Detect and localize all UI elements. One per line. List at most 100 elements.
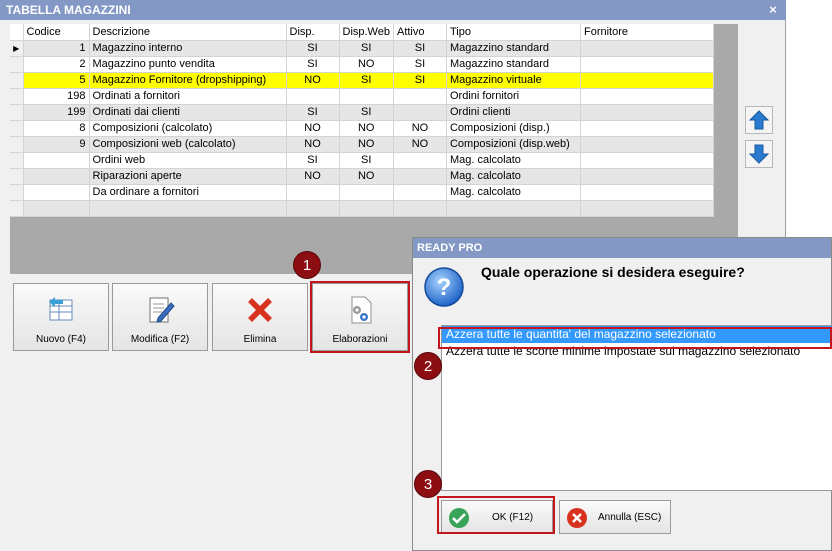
- table-cell: [286, 184, 340, 201]
- table-cell: 2: [23, 56, 90, 73]
- table-cell: 5: [23, 72, 90, 89]
- annulla-button[interactable]: Annulla (ESC): [559, 500, 671, 534]
- table-cell: Mag. calcolato: [446, 152, 581, 169]
- table-cell: NO: [286, 136, 340, 153]
- callout-3: 3: [414, 470, 442, 498]
- table-cell: Ordini clienti: [446, 104, 581, 121]
- table-row[interactable]: 5 Magazzino Fornitore (dropshipping) NO SI S…: [10, 72, 714, 89]
- highlight-elaborazioni: [310, 281, 410, 353]
- row-indicator[interactable]: [10, 152, 24, 169]
- column-header[interactable]: Codice: [23, 24, 90, 41]
- row-indicator[interactable]: [10, 56, 24, 73]
- table-cell: [580, 88, 714, 105]
- table-cell: [393, 152, 447, 169]
- table-cell: SI: [339, 152, 394, 169]
- table-cell: [393, 88, 447, 105]
- table-cell: SI: [286, 152, 340, 169]
- modifica-button[interactable]: Modifica (F2): [112, 283, 208, 351]
- column-header[interactable]: Disp.Web: [339, 24, 394, 41]
- table-cell: Da ordinare a fornitori: [89, 184, 287, 201]
- table-cell: [393, 184, 447, 201]
- table-cell: SI: [339, 72, 394, 89]
- nuovo-label: Nuovo (F4): [35, 334, 86, 345]
- table-cell: Magazzino standard: [446, 56, 581, 73]
- move-up-button[interactable]: [745, 106, 773, 134]
- table-row[interactable]: Riparazioni aperte NO NO Mag. calcolato: [10, 168, 714, 185]
- table-cell: 198: [23, 88, 90, 105]
- table-row[interactable]: ▶ 1 Magazzino interno SI SI SI Magazzino stand…: [10, 40, 714, 57]
- callout-2: 2: [414, 352, 442, 380]
- column-header[interactable]: Attivo: [393, 24, 447, 41]
- table-cell: NO: [286, 168, 340, 185]
- row-indicator[interactable]: [10, 200, 24, 217]
- table-row[interactable]: 198 Ordinati a fornitori Ordini fornitori: [10, 88, 714, 105]
- row-indicator[interactable]: [10, 184, 24, 201]
- table-cell: [580, 152, 714, 169]
- table-cell: SI: [286, 104, 340, 121]
- callout-1: 1: [293, 251, 321, 279]
- table-cell: SI: [286, 40, 340, 57]
- table-cell: 1: [23, 40, 90, 57]
- table-cell: Ordini web: [89, 152, 287, 169]
- table-row[interactable]: [10, 200, 714, 217]
- table-cell: [580, 168, 714, 185]
- table-cell: NO: [393, 136, 447, 153]
- table-cell: [580, 200, 714, 217]
- table-cell: SI: [393, 56, 447, 73]
- column-header[interactable]: Tipo: [446, 24, 581, 41]
- table-cell: [393, 104, 447, 121]
- column-header[interactable]: Descrizione: [89, 24, 287, 41]
- table-cell: [286, 88, 340, 105]
- close-icon[interactable]: ×: [766, 0, 780, 20]
- table-cell: NO: [339, 168, 394, 185]
- table-row[interactable]: 199 Ordinati dai clienti SI SI Ordini client…: [10, 104, 714, 121]
- cancel-icon: [567, 508, 587, 528]
- table-cell: [446, 200, 581, 217]
- header-indicator: [10, 24, 24, 41]
- table-cell: [286, 200, 340, 217]
- table-cell: Composizioni (calcolato): [89, 120, 287, 137]
- table-row[interactable]: Ordini web SI SI Mag. calcolato: [10, 152, 714, 169]
- table-cell: Ordinati dai clienti: [89, 104, 287, 121]
- elimina-label: Elimina: [243, 334, 277, 345]
- table-row[interactable]: 9 Composizioni web (calcolato) NO NO NO Compo…: [10, 136, 714, 153]
- table-cell: Magazzino standard: [446, 40, 581, 57]
- edit-document-icon: [149, 297, 175, 323]
- move-down-button[interactable]: [745, 140, 773, 168]
- row-indicator[interactable]: [10, 168, 24, 185]
- table-row[interactable]: 8 Composizioni (calcolato) NO NO NO Composizi…: [10, 120, 714, 137]
- row-indicator[interactable]: [10, 136, 24, 153]
- table-header: Codice Descrizione Disp. Disp.Web Attivo Tipo…: [10, 24, 714, 41]
- column-header[interactable]: Fornitore: [580, 24, 714, 41]
- row-indicator[interactable]: [10, 120, 24, 137]
- table-cell: 199: [23, 104, 90, 121]
- table-cell: Composizioni (disp.): [446, 120, 581, 137]
- table-cell: [580, 40, 714, 57]
- table-cell: 9: [23, 136, 90, 153]
- magazzini-table: Codice Descrizione Disp. Disp.Web Attivo Tipo…: [10, 24, 714, 217]
- table-cell: NO: [339, 120, 394, 137]
- elimina-button[interactable]: Elimina: [212, 283, 308, 351]
- table-row[interactable]: Da ordinare a fornitori Mag. calcolato: [10, 184, 714, 201]
- table-cell: [23, 168, 90, 185]
- table-row[interactable]: 2 Magazzino punto vendita SI NO SI Magazzino …: [10, 56, 714, 73]
- table-cell: Magazzino punto vendita: [89, 56, 287, 73]
- table-cell: [580, 104, 714, 121]
- row-indicator[interactable]: [10, 104, 24, 121]
- modifica-label: Modifica (F2): [130, 334, 190, 345]
- dialog-title: READY PRO: [413, 238, 831, 258]
- table-cell: [339, 184, 394, 201]
- row-indicator[interactable]: ▶: [10, 40, 24, 57]
- table-cell: Mag. calcolato: [446, 168, 581, 185]
- operations-listbox[interactable]: Azzera tutte le quantita' del magazzino …: [441, 325, 832, 491]
- nuovo-button[interactable]: Nuovo (F4): [13, 283, 109, 351]
- table-cell: [580, 136, 714, 153]
- row-indicator[interactable]: [10, 88, 24, 105]
- table-cell: [580, 184, 714, 201]
- new-table-icon: [49, 297, 73, 321]
- table-cell: NO: [393, 120, 447, 137]
- table-cell: SI: [339, 104, 394, 121]
- table-cell: SI: [286, 56, 340, 73]
- row-indicator[interactable]: [10, 72, 24, 89]
- column-header[interactable]: Disp.: [286, 24, 340, 41]
